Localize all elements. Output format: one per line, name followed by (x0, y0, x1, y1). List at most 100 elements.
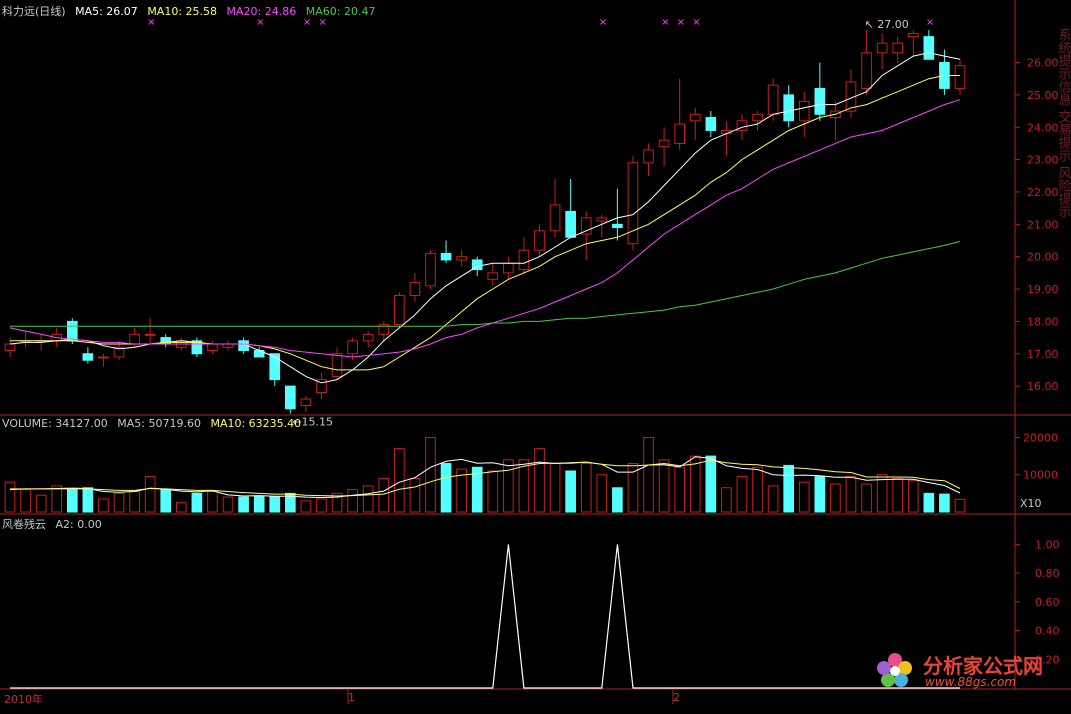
candle-body (503, 262, 514, 274)
volume-bar (300, 500, 312, 513)
indicator-tick-label: 1.00 (1035, 538, 1060, 551)
volume-bar (82, 487, 94, 513)
price-tick-label: 19.00 (1027, 283, 1059, 296)
volume-bar (207, 491, 218, 513)
candle-body (409, 282, 421, 297)
volume-tick-label: 10000 (1023, 469, 1058, 482)
candle-body (394, 295, 405, 326)
time-axis: 2010年 1 2 (0, 690, 1071, 714)
candle-body (954, 65, 966, 89)
price-tick-label: 20.00 (1027, 251, 1059, 264)
candle-body (627, 162, 639, 245)
volume-bar (783, 464, 795, 513)
signal-mark: × (599, 17, 607, 28)
candle-body (66, 320, 78, 342)
volume-bar (51, 485, 63, 513)
volume-bar (923, 492, 935, 513)
candle-body (674, 123, 685, 144)
candle-body (814, 87, 826, 115)
price-tick-label: 22.00 (1027, 186, 1059, 199)
price-tick-label: 23.00 (1027, 154, 1059, 167)
candle-body (362, 333, 374, 342)
ma5-label: MA5: 26.07 (75, 5, 138, 18)
volume-bar (643, 436, 654, 513)
volume-label: VOLUME: 34127.00 (2, 417, 108, 430)
volume-bar (98, 498, 109, 513)
volume-bar (892, 477, 904, 513)
right-vertical-text: 系统提示信息 交易提示 风险提示 (1056, 28, 1071, 219)
month-label-2: 2 (673, 691, 680, 704)
indicator-header: 风卷残云 A2: 0.00 (2, 516, 108, 532)
indicator-tick-label: 0.80 (1035, 567, 1060, 580)
volume-bar (534, 448, 545, 513)
volume-bar (752, 466, 763, 513)
volume-bar (425, 436, 436, 513)
candle-body (440, 252, 452, 261)
price-tick-label: 16.00 (1027, 380, 1059, 393)
volume-bar (954, 498, 966, 513)
candle-body (222, 343, 234, 348)
candle-body (689, 113, 701, 122)
candle-body (580, 217, 592, 235)
candle-body (612, 223, 623, 229)
candle-body (892, 42, 904, 54)
volume-bar (565, 470, 576, 513)
volume-bar (907, 479, 919, 513)
chart-canvas: 16.00 17.00 18.00 19.00 20.00 2 1.00 22.00 23.00… (0, 0, 1071, 704)
candle-body (331, 353, 343, 377)
indicator-tick-label: 0.60 (1035, 596, 1060, 609)
candle-body (285, 385, 296, 410)
volume-bar (814, 476, 826, 513)
candle-body (923, 36, 935, 60)
volume-bar (721, 487, 732, 513)
price-tick-label: 17.00 (1027, 348, 1059, 361)
signal-mark: × (661, 17, 669, 28)
candle-body (347, 340, 358, 355)
volume-ma5-label: MA5: 50719.60 (117, 417, 201, 430)
watermark-url: www.88gs.com (925, 675, 1017, 689)
volume-bar (845, 476, 857, 513)
year-label: 2010年 (4, 693, 43, 706)
price-tick-label: 24.00 (1027, 121, 1059, 134)
indicator-tick-label: 0.40 (1035, 625, 1060, 638)
high-price-annotation: ↖ 27.00 (865, 18, 909, 31)
volume-bar (66, 489, 78, 513)
volume-bar (596, 474, 608, 513)
candle-body (549, 204, 561, 232)
volume-bar (175, 502, 187, 513)
price-tick-label: 18.00 (1027, 315, 1059, 328)
volume-bar (939, 493, 950, 513)
candle-body (876, 42, 888, 54)
volume-bar (113, 492, 125, 513)
candle-body (4, 343, 16, 352)
stock-title: 科力远(日线) (2, 5, 66, 18)
candle-body (82, 353, 94, 361)
volume-bar (222, 496, 234, 513)
volume-bar (674, 466, 685, 513)
volume-bar (705, 455, 717, 513)
volume-bar (35, 494, 47, 513)
watermark-logo: 分析家公式网 www.88gs.com (865, 648, 1065, 692)
volume-bar (658, 459, 670, 513)
volume-bar (378, 477, 390, 513)
volume-bar (347, 489, 358, 513)
volume-bar (238, 496, 249, 513)
indicator-value: A2: 0.00 (55, 518, 102, 531)
volume-bar (861, 483, 872, 513)
candle-body (98, 356, 109, 359)
candle-body (487, 272, 499, 280)
candle-body (861, 52, 872, 89)
price-ma20-line (9, 99, 961, 358)
volume-bar (362, 485, 374, 513)
volume-unit-label: X10 (1020, 497, 1042, 510)
candle-body (425, 252, 436, 287)
candle-body (798, 100, 810, 122)
ma10-label: MA10: 25.58 (147, 5, 218, 18)
volume-ma10-label: MA10: 63235.40 (210, 417, 302, 430)
candle-body (565, 210, 576, 238)
candle-body (456, 256, 467, 261)
candle-body (658, 139, 670, 148)
month-label-1: 1 (348, 691, 355, 704)
volume-bar (253, 495, 265, 513)
ma20-label: MA20: 24.86 (226, 5, 297, 18)
